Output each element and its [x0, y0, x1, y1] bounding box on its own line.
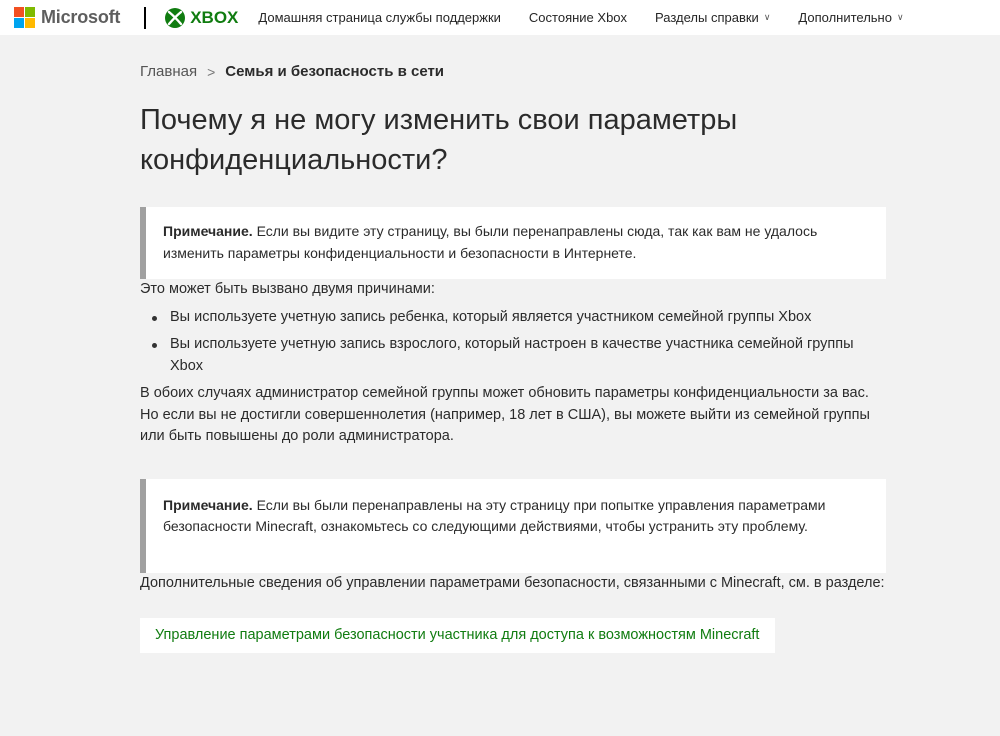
- microsoft-logo[interactable]: Microsoft: [14, 7, 120, 28]
- xbox-sphere-icon: [165, 7, 186, 28]
- note-box: Примечание. Если вы были перенаправлены …: [140, 478, 886, 573]
- xbox-logo[interactable]: XBOX: [164, 7, 238, 29]
- header-divider: [144, 6, 147, 29]
- main-content: Главная > Семья и безопасность в сети По…: [140, 35, 886, 653]
- nav-help-topics-label: Разделы справки: [655, 10, 759, 25]
- minecraft-safety-link[interactable]: Управление параметрами безопасности учас…: [140, 618, 776, 653]
- xbox-wordmark: XBOX: [190, 7, 239, 27]
- list-item: Вы используете учетную запись взрослого,…: [140, 334, 886, 377]
- nav-xbox-status[interactable]: Состояние Xbox: [529, 10, 627, 25]
- note-label: Примечание.: [163, 223, 253, 239]
- note-label: Примечание.: [163, 496, 253, 513]
- nav-more[interactable]: Дополнительно ∨: [798, 10, 903, 25]
- reasons-intro: Это может быть вызвано двумя причинами:: [140, 281, 435, 297]
- chevron-down-icon: ∨: [896, 12, 904, 22]
- body-paragraph: Дополнительные сведения об управлении па…: [140, 574, 885, 591]
- breadcrumb: Главная > Семья и безопасность в сети: [140, 63, 886, 80]
- nav-help-topics[interactable]: Разделы справки ∨: [655, 10, 770, 25]
- body-paragraph: В обоих случаях администратор семейной г…: [140, 385, 870, 444]
- nav-xbox-status-label: Состояние Xbox: [528, 10, 628, 25]
- breadcrumb-separator: >: [207, 63, 216, 80]
- chevron-down-icon: ∨: [763, 12, 771, 22]
- top-navigation-bar: Microsoft XBOX Домашняя страница службы …: [0, 0, 1000, 35]
- nav-support-home-label: Домашняя страница службы поддержки: [258, 10, 501, 25]
- reasons-list: Вы используете учетную запись ребенка, к…: [140, 307, 886, 378]
- header-nav: Домашняя страница службы поддержки Состо…: [258, 10, 931, 25]
- breadcrumb-current-link[interactable]: Семья и безопасность в сети: [225, 63, 444, 80]
- list-item: Вы используете учетную запись ребенка, к…: [140, 307, 886, 329]
- nav-more-label: Дополнительно: [798, 10, 892, 25]
- note-text: Если вы видите эту страницу, вы были пер…: [163, 223, 818, 261]
- microsoft-wordmark: Microsoft: [41, 7, 121, 27]
- note-box: Примечание. Если вы видите эту страницу,…: [140, 207, 886, 279]
- nav-support-home[interactable]: Домашняя страница службы поддержки: [258, 10, 501, 25]
- page-title: Почему я не могу изменить свои параметры…: [140, 104, 738, 176]
- note-text: Если вы были перенаправлены на эту стран…: [163, 496, 826, 535]
- microsoft-logo-icon: [14, 7, 35, 28]
- breadcrumb-home-link[interactable]: Главная: [140, 63, 197, 80]
